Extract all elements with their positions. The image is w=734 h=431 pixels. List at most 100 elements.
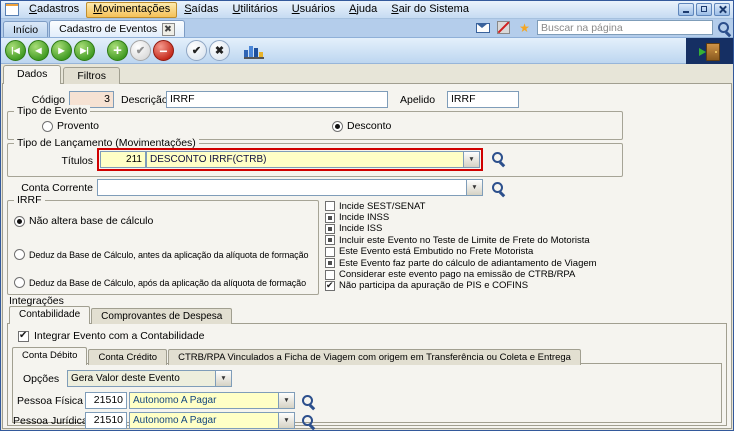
- edit-record-button[interactable]: ✔: [130, 40, 151, 61]
- tab-dados[interactable]: Dados: [3, 65, 61, 84]
- titulos-label: Títulos: [5, 155, 93, 167]
- maximize-button[interactable]: [696, 3, 712, 16]
- delete-record-button[interactable]: −: [153, 40, 174, 61]
- titulos-combo[interactable]: DESCONTO IRRF(CTRB): [146, 151, 480, 168]
- checkbox-incide-sest-senat[interactable]: Incide SEST/SENAT: [325, 201, 597, 211]
- tab-conta-debito[interactable]: Conta Débito: [12, 347, 87, 365]
- minimize-button[interactable]: [678, 3, 694, 16]
- menu-utilitarios[interactable]: Utilitários: [225, 2, 284, 18]
- checkbox-incide-inss[interactable]: Incide INSS: [325, 212, 597, 222]
- radio-circle[interactable]: [14, 277, 25, 288]
- search-icon[interactable]: [717, 21, 731, 35]
- tab-comprovantes-despesa[interactable]: Comprovantes de Despesa: [91, 308, 232, 324]
- pessoa-juridica-dropdown-icon[interactable]: [278, 413, 294, 428]
- checkbox-label: Incide ISS: [339, 223, 382, 234]
- radio-provento[interactable]: Provento: [42, 120, 99, 132]
- close-button[interactable]: [714, 3, 730, 16]
- apelido-field[interactable]: IRRF: [447, 91, 519, 108]
- radio-desconto-circle[interactable]: [332, 121, 343, 132]
- titulos-dropdown-icon[interactable]: [463, 152, 479, 167]
- chart-bar: [249, 46, 253, 57]
- previous-record-icon: ◀: [35, 46, 41, 55]
- menu-movimentacoes[interactable]: Movimentações: [86, 2, 177, 18]
- radio-circle[interactable]: [14, 249, 25, 260]
- checkbox-box[interactable]: [325, 201, 335, 211]
- previous-record-button[interactable]: ◀: [28, 40, 49, 61]
- confirm-icon: ✔: [192, 44, 201, 57]
- form-tab-strip: Dados Filtros: [3, 66, 122, 84]
- radio-label: Deduz da Base de Cálculo, antes da aplic…: [29, 250, 308, 260]
- pessoa-juridica-code-field[interactable]: 21510: [85, 412, 127, 429]
- menu-usuarios[interactable]: Usuários: [285, 2, 342, 18]
- chart-button[interactable]: [244, 43, 264, 59]
- checkbox-incide-iss[interactable]: Incide ISS: [325, 224, 597, 234]
- exit-button[interactable]: [699, 43, 721, 60]
- menu-saidas[interactable]: Saídas: [177, 2, 225, 18]
- radio-desconto[interactable]: Desconto: [332, 120, 391, 132]
- menu-sair-do-sistema[interactable]: Sair do Sistema: [384, 2, 476, 18]
- titulos-lookup-icon[interactable]: [491, 151, 505, 165]
- radio-nao-altera-base[interactable]: Não altera base de cálculo: [14, 215, 153, 227]
- pessoa-fisica-combo[interactable]: Autonomo A Pagar: [129, 392, 295, 409]
- tab-cadastro-de-eventos[interactable]: Cadastro de Eventos: [49, 20, 185, 37]
- minimize-icon: [683, 11, 689, 13]
- checkbox-label: Considerar este evento pago na emissão d…: [339, 269, 575, 280]
- add-record-button[interactable]: +: [107, 40, 128, 61]
- confirm-button[interactable]: ✔: [186, 40, 207, 61]
- last-record-button[interactable]: ▶|: [74, 40, 95, 61]
- conta-corrente-dropdown-icon[interactable]: [466, 180, 482, 195]
- next-record-icon: ▶: [58, 46, 64, 55]
- checkbox-box[interactable]: [18, 331, 29, 342]
- radio-desconto-label: Desconto: [347, 120, 391, 132]
- radio-deduz-apos[interactable]: Deduz da Base de Cálculo, após da aplica…: [14, 277, 306, 288]
- search-input[interactable]: [537, 20, 713, 35]
- checkbox-box[interactable]: [325, 258, 335, 268]
- pessoa-fisica-code-field[interactable]: 21510: [85, 392, 127, 409]
- tab-inicio[interactable]: Início: [3, 21, 48, 37]
- checkbox-box[interactable]: [325, 235, 335, 245]
- checkbox-box[interactable]: [325, 281, 335, 291]
- pessoa-fisica-lookup-icon[interactable]: [301, 394, 315, 408]
- last-record-icon: ▶|: [80, 46, 88, 55]
- pessoa-juridica-lookup-icon[interactable]: [301, 414, 315, 428]
- app-icon: [5, 3, 19, 16]
- checkbox-embutido-frete[interactable]: Este Evento está Embutido no Frete Motor…: [325, 247, 597, 257]
- mail-button[interactable]: [474, 20, 491, 35]
- first-record-button[interactable]: |◀: [5, 40, 26, 61]
- checkbox-box[interactable]: [325, 213, 335, 223]
- opcoes-combo[interactable]: Gera Valor deste Evento: [67, 370, 232, 387]
- next-record-button[interactable]: ▶: [51, 40, 72, 61]
- radio-provento-circle[interactable]: [42, 121, 53, 132]
- checkbox-label: Incluir este Evento no Teste de Limite d…: [339, 235, 590, 246]
- menu-ajuda[interactable]: Ajuda: [342, 2, 384, 18]
- checkbox-incluir-teste-limite[interactable]: Incluir este Evento no Teste de Limite d…: [325, 235, 597, 245]
- tab-inicio-label: Início: [13, 24, 38, 36]
- descricao-field[interactable]: IRRF: [166, 91, 388, 108]
- opcoes-dropdown-icon[interactable]: [215, 371, 231, 386]
- tab-contabilidade[interactable]: Contabilidade: [9, 306, 90, 324]
- checkbox-adiantamento-viagem[interactable]: Este Evento faz parte do cálculo de adia…: [325, 258, 597, 268]
- conta-corrente-lookup-icon[interactable]: [491, 181, 505, 195]
- radio-deduz-antes[interactable]: Deduz da Base de Cálculo, antes da aplic…: [14, 249, 308, 260]
- toolbar-right-panel: [686, 38, 733, 64]
- checkbox-nao-participa-pis-cofins[interactable]: Não participa da apuração de PIS e COFIN…: [325, 281, 597, 291]
- radio-circle[interactable]: [14, 216, 25, 227]
- cancel-button[interactable]: ✖: [209, 40, 230, 61]
- checkbox-label: Incide INSS: [339, 212, 389, 223]
- checkbox-box[interactable]: [325, 247, 335, 257]
- checkbox-box[interactable]: [325, 224, 335, 234]
- favorite-button[interactable]: ★: [516, 20, 533, 35]
- design-mode-button[interactable]: [495, 20, 512, 35]
- menu-cadastros[interactable]: Cadastros: [22, 2, 86, 18]
- pessoa-fisica-dropdown-icon[interactable]: [278, 393, 294, 408]
- conta-corrente-combo[interactable]: [97, 179, 483, 196]
- checkbox-box[interactable]: [325, 270, 335, 280]
- tab-ctrb-rpa-vinculados[interactable]: CTRB/RPA Vinculados a Ficha de Viagem co…: [168, 349, 581, 365]
- tab-conta-credito[interactable]: Conta Crédito: [88, 349, 167, 365]
- tab-close-icon[interactable]: [162, 23, 175, 36]
- integrar-contabilidade-checkbox[interactable]: Integrar Evento com a Contabilidade: [18, 330, 204, 342]
- tab-filtros[interactable]: Filtros: [63, 67, 120, 84]
- pessoa-juridica-combo[interactable]: Autonomo A Pagar: [129, 412, 295, 429]
- checkbox-evento-pago-ctrb[interactable]: Considerar este evento pago na emissão d…: [325, 269, 597, 279]
- titulos-code-field[interactable]: 211: [100, 151, 146, 168]
